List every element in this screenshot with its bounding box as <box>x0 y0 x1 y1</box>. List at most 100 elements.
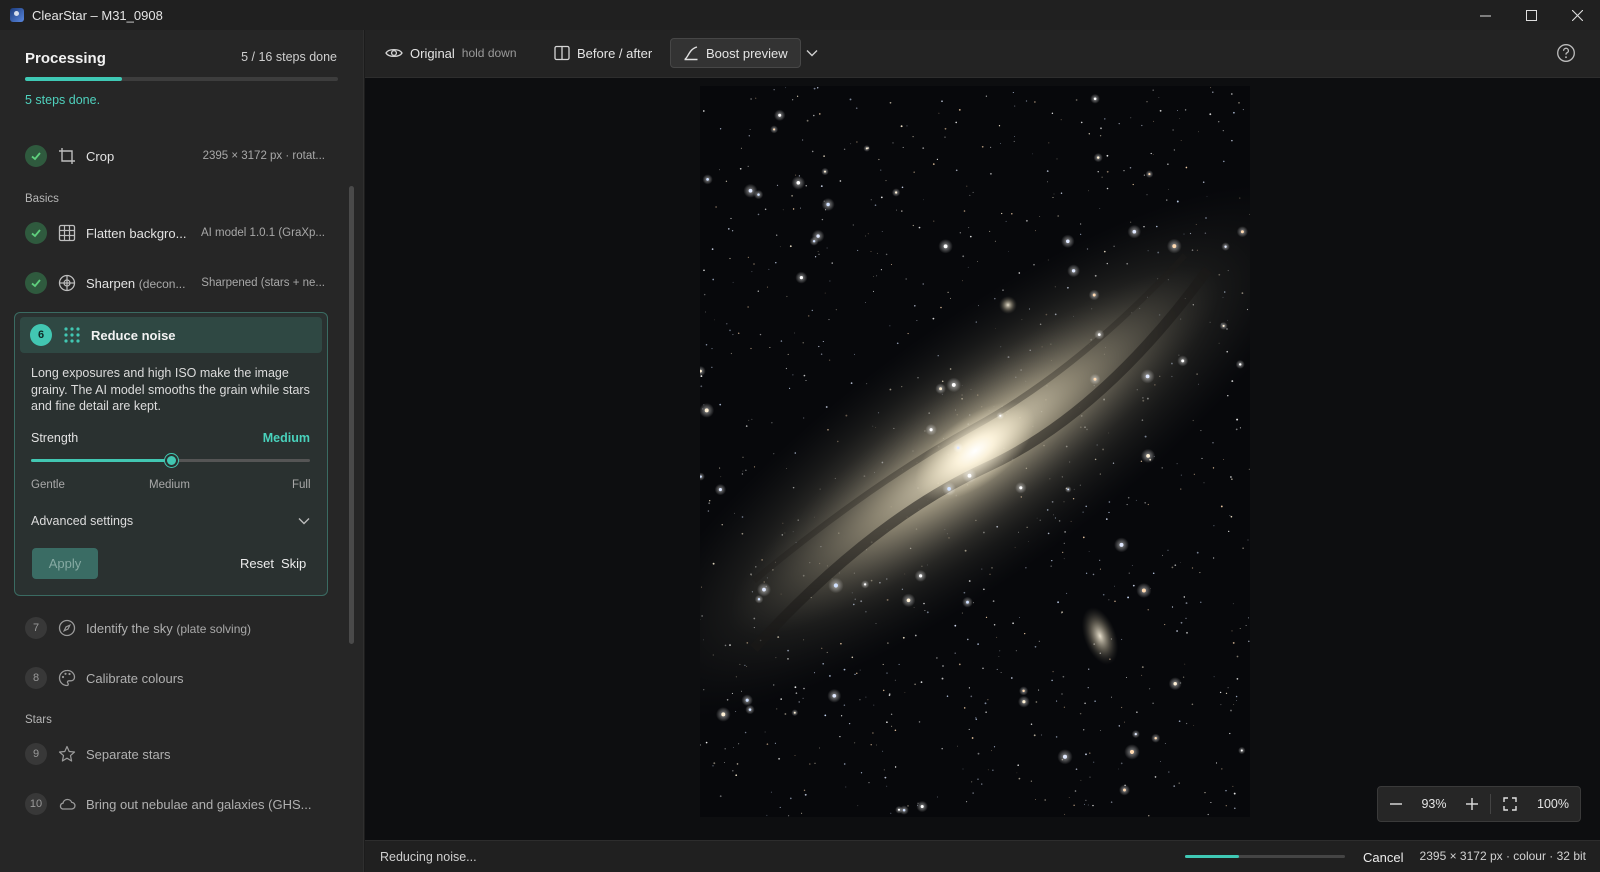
step-calibrate-colours[interactable]: 8 Calibrate colours <box>25 662 325 694</box>
palette-icon <box>57 668 77 688</box>
processing-progress-bar <box>25 77 338 81</box>
sidebar-scrollbar[interactable] <box>349 186 354 644</box>
step-separate-stars[interactable]: 9 Separate stars <box>25 738 325 770</box>
status-progress-fill <box>1185 855 1240 858</box>
help-icon <box>1557 44 1575 62</box>
chevron-down-icon <box>806 50 818 57</box>
zoom-controls: 93% 100% <box>1377 786 1581 822</box>
status-bar: Reducing noise... Cancel 2395 × 3172 px … <box>365 840 1600 872</box>
minimize-icon <box>1479 15 1491 16</box>
step-crop[interactable]: Crop 2395 × 3172 px · rotat... <box>25 140 325 172</box>
strength-label: Strength <box>31 431 79 445</box>
close-button[interactable] <box>1554 0 1600 30</box>
star-icon <box>57 744 77 764</box>
step-name-sub: (decon... <box>138 276 186 291</box>
fit-screen-button[interactable] <box>1491 797 1529 811</box>
section-stars: Stars <box>25 714 52 726</box>
check-icon <box>25 272 47 294</box>
skip-button[interactable]: Skip <box>281 556 306 571</box>
window-controls <box>1462 0 1600 30</box>
active-step-header[interactable]: 6 Reduce noise <box>20 317 322 353</box>
steps-count: 5 / 16 steps done <box>241 50 337 64</box>
minus-icon <box>1390 803 1402 805</box>
step-name: Flatten backgro... <box>86 225 187 241</box>
maximize-icon <box>1525 9 1537 21</box>
eye-icon <box>385 48 403 58</box>
step-flatten-background[interactable]: Flatten backgro... AI model 1.0.1 (GraXp… <box>25 217 325 249</box>
check-icon <box>25 222 47 244</box>
step-number: 10 <box>25 793 47 815</box>
actual-size-button[interactable]: 100% <box>1529 797 1577 811</box>
original-label: Original <box>410 45 455 61</box>
compass-icon <box>57 618 77 638</box>
app-logo-icon <box>10 8 24 22</box>
processing-sidebar: Processing 5 / 16 steps done 5 steps don… <box>0 30 364 872</box>
original-toggle[interactable]: Original hold down <box>385 38 517 68</box>
chevron-down-icon <box>298 518 310 525</box>
active-step-card: 6 Reduce noise Long exposures and high I… <box>14 312 328 596</box>
step-sharpen[interactable]: Sharpen (decon... Sharpened (stars + ne.… <box>25 267 325 299</box>
curve-icon <box>684 46 698 61</box>
step-number: 8 <box>25 667 47 689</box>
boost-preview-button[interactable]: Boost preview <box>670 38 801 68</box>
boost-options-dropdown[interactable] <box>805 38 819 68</box>
cancel-button[interactable]: Cancel <box>1363 850 1403 865</box>
zoom-in-button[interactable] <box>1454 798 1490 810</box>
strength-slider-fill <box>31 459 171 462</box>
section-basics: Basics <box>25 193 59 205</box>
strength-value: Medium <box>262 431 310 445</box>
step-number: 7 <box>25 617 47 639</box>
crop-icon <box>57 146 77 166</box>
step-name: Separate stars <box>86 746 171 762</box>
before-after-label: Before / after <box>577 45 653 61</box>
tick-gentle: Gentle <box>31 479 65 491</box>
step-detail: Sharpened (stars + ne... <box>201 277 325 289</box>
fullscreen-icon <box>1503 797 1517 811</box>
status-text: Reducing noise... <box>380 850 477 864</box>
processing-progress-fill <box>25 77 123 81</box>
minimize-button[interactable] <box>1462 0 1508 30</box>
processing-status: 5 steps done. <box>25 93 101 107</box>
preview-toolbar: Original hold down Before / after Boost … <box>365 30 1600 78</box>
maximize-button[interactable] <box>1508 0 1554 30</box>
step-name: Bring out nebulae and galaxies (GHS... <box>86 796 312 812</box>
tick-full: Full <box>292 479 311 491</box>
step-bring-out-nebulae[interactable]: 10 Bring out nebulae and galaxies (GHS..… <box>25 788 325 820</box>
before-after-toggle[interactable]: Before / after <box>554 38 652 68</box>
strength-slider-thumb[interactable] <box>164 454 178 467</box>
window-title: ClearStar – M31_0908 <box>32 7 163 23</box>
step-detail: AI model 1.0.1 (GraXp... <box>200 227 325 239</box>
help-button[interactable] <box>1556 43 1576 66</box>
advanced-settings-toggle[interactable]: Advanced settings <box>31 514 311 528</box>
step-name: Crop <box>86 148 115 164</box>
step-identify-sky[interactable]: 7 Identify the sky (plate solving) <box>25 612 325 644</box>
aperture-icon <box>57 273 77 293</box>
step-detail: 2395 × 3172 px · rotat... <box>202 150 325 162</box>
processing-title: Processing <box>25 50 106 67</box>
step-name: Identify the sky (plate solving) <box>86 620 252 636</box>
step-name-sub: (plate solving) <box>176 621 252 636</box>
image-info: 2395 × 3172 px · colour · 32 bit <box>1419 849 1586 863</box>
title-bar: ClearStar – M31_0908 <box>0 0 1600 30</box>
original-hint: hold down <box>461 46 517 60</box>
plus-icon <box>1466 798 1478 810</box>
step-name: Calibrate colours <box>86 670 184 686</box>
close-icon <box>1571 9 1583 21</box>
galaxy-photo <box>700 86 1250 817</box>
active-step-description: Long exposures and high ISO make the ima… <box>31 366 310 413</box>
active-step-title: Reduce noise <box>91 327 176 343</box>
step-number-badge: 6 <box>30 324 52 346</box>
reset-button[interactable]: Reset <box>240 556 274 571</box>
advanced-settings-label: Advanced settings <box>31 514 134 528</box>
split-view-icon <box>554 45 570 61</box>
zoom-level: 93% <box>1421 797 1447 811</box>
zoom-out-button[interactable] <box>1378 798 1414 810</box>
boost-preview-label: Boost preview <box>706 45 788 61</box>
noise-dots-icon <box>62 325 82 345</box>
step-name: Sharpen (decon... <box>86 275 186 291</box>
status-progress-bar <box>1185 855 1345 858</box>
cloud-icon <box>57 794 77 814</box>
preview-canvas[interactable] <box>365 78 1600 840</box>
apply-button[interactable]: Apply <box>32 548 98 579</box>
grid-icon <box>57 223 77 243</box>
